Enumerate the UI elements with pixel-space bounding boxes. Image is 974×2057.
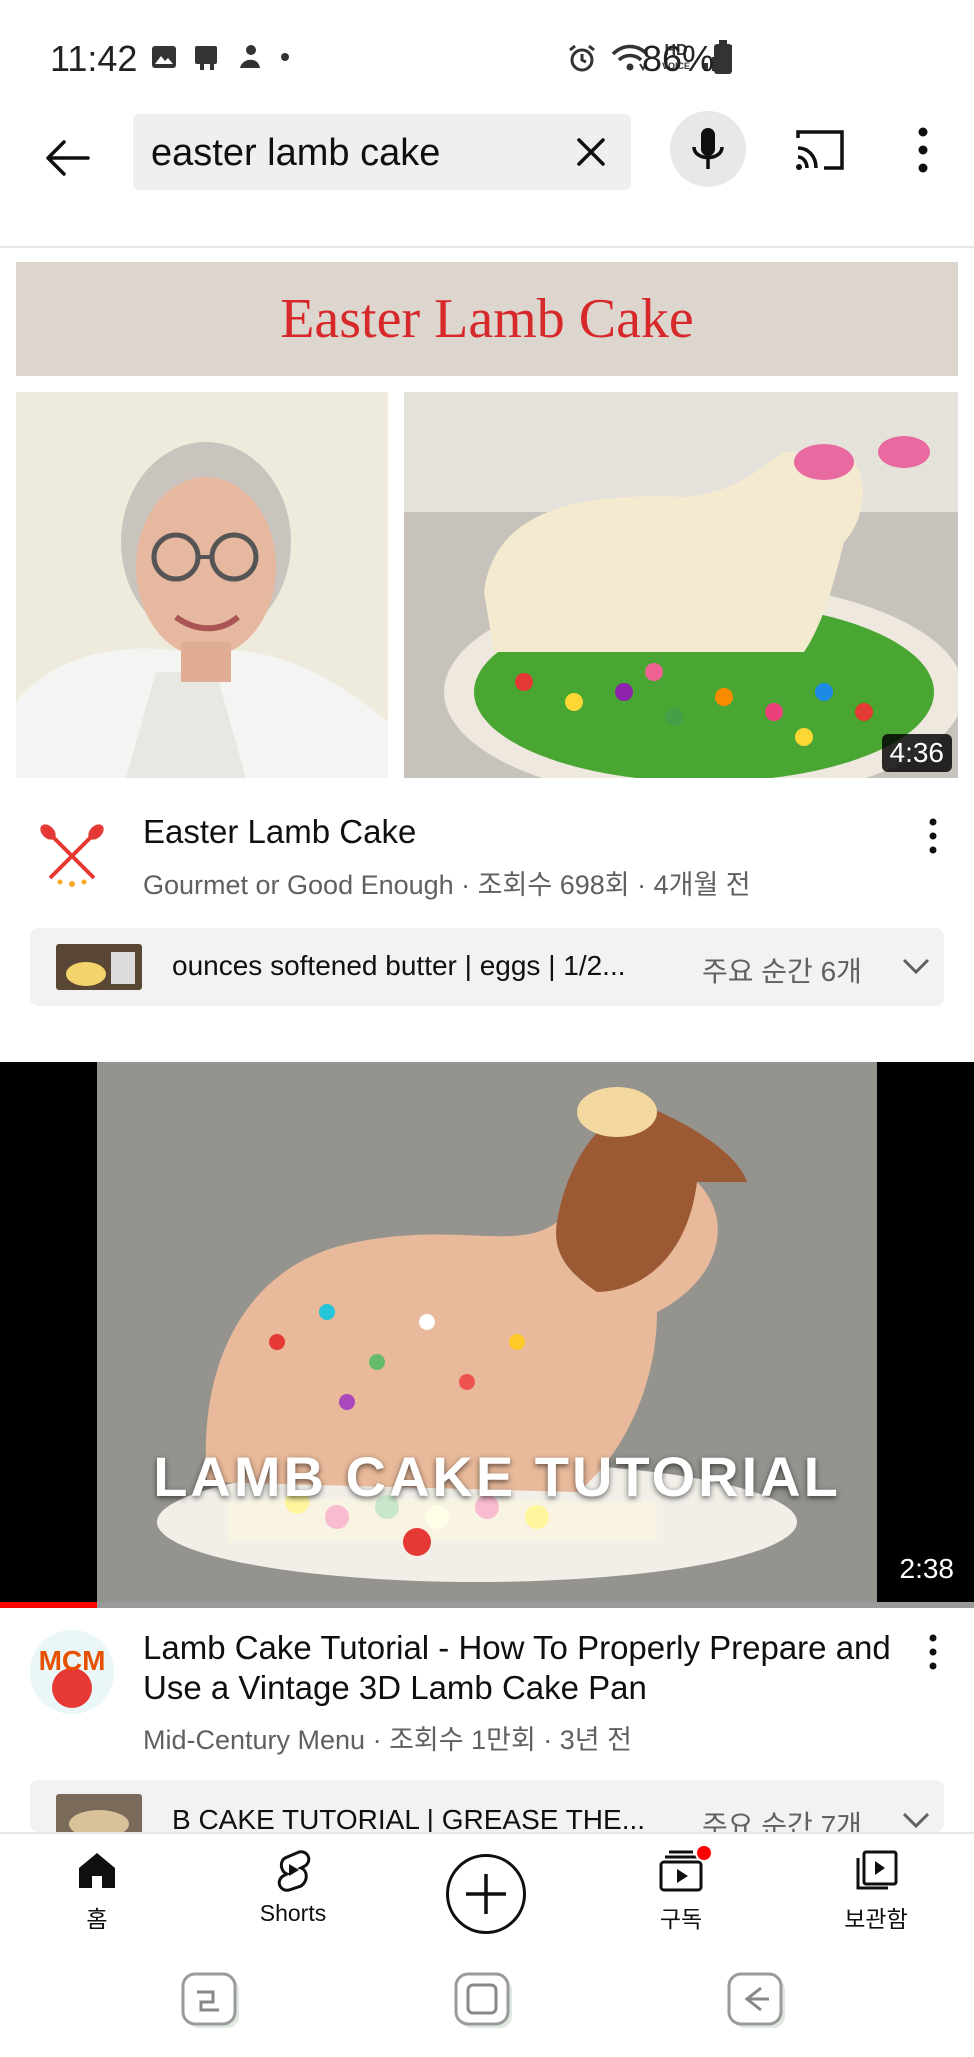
video-more-button[interactable]: [918, 1632, 948, 1672]
create-button[interactable]: [446, 1854, 526, 1934]
search-header: easter lamb cake: [0, 110, 974, 248]
nav-library-label: 보관함: [844, 1906, 908, 1932]
video-subtitle: Mid-Century Menu · 조회수 1만회 · 3년 전: [143, 1725, 632, 1755]
watch-progress-bar: [0, 1602, 974, 1608]
library-icon: [856, 1850, 898, 1890]
clear-search-button[interactable]: [569, 130, 613, 174]
video-thumbnail-2[interactable]: LAMB CAKE TUTORIAL 2:38: [0, 1062, 974, 1602]
status-time: 11:42: [50, 38, 138, 79]
channel-avatar[interactable]: MCM: [30, 1630, 114, 1714]
video-thumbnail-1[interactable]: Easter Lamb Cake 4:36: [16, 262, 958, 778]
create-icon: [466, 1874, 506, 1914]
store-icon: [195, 46, 217, 70]
channel-avatar[interactable]: [30, 812, 114, 896]
lamb-cake-photo: 4:36: [404, 392, 958, 778]
home-square-icon: [454, 1972, 512, 2028]
battery-percent: 86%: [642, 38, 715, 79]
nav-home[interactable]: 홈: [17, 1848, 177, 1948]
shorts-icon: [277, 1850, 311, 1892]
bixby-icon: [240, 45, 260, 68]
cast-button[interactable]: [792, 126, 848, 174]
system-navigation-bar: [0, 1950, 974, 2057]
thumbnail-banner: Easter Lamb Cake: [16, 262, 958, 376]
moment-description: B CAKE TUTORIAL | GREASE THE...: [172, 1804, 646, 1832]
search-input[interactable]: easter lamb cake: [133, 114, 631, 190]
nav-home-label: 홈: [86, 1906, 108, 1932]
video-meta-2: MCM Lamb Cake Tutorial - How To Properly…: [0, 1622, 974, 1755]
moment-thumbnail: [56, 944, 142, 990]
recent-apps-icon: [181, 1972, 239, 2028]
more-vert-icon: [929, 818, 937, 854]
key-moments-bar[interactable]: B CAKE TUTORIAL | GREASE THE... 주요 순간 7개: [30, 1780, 944, 1832]
video-meta-1: Easter Lamb Cake Gourmet or Good Enough …: [0, 800, 974, 910]
moment-description: ounces softened butter | eggs | 1/2...: [172, 950, 626, 981]
back-button[interactable]: [40, 130, 96, 186]
moments-count: 주요 순간 7개: [702, 1810, 862, 1832]
back-arrow-icon: [46, 140, 90, 176]
watch-progress-fill: [0, 1602, 98, 1608]
moment-thumbnail: [56, 1794, 142, 1832]
video-title[interactable]: Lamb Cake Tutorial - How To Properly Pre…: [143, 1628, 903, 1708]
back-chevron-icon: [727, 1972, 785, 2028]
nav-library[interactable]: 보관함: [796, 1848, 956, 1948]
video-duration: 4:36: [881, 734, 952, 772]
home-system-button[interactable]: [454, 1972, 516, 2032]
nav-subscriptions-label: 구독: [659, 1906, 703, 1932]
voice-search-button[interactable]: [670, 111, 746, 187]
back-system-button[interactable]: [727, 1972, 789, 2032]
nav-shorts-label: Shorts: [259, 1900, 327, 1926]
search-query: easter lamb cake: [151, 132, 441, 174]
key-moments-bar[interactable]: ounces softened butter | eggs | 1/2... 주…: [30, 928, 944, 1006]
nav-subscriptions[interactable]: 구독: [601, 1844, 761, 1948]
channel-avatar-text: MCM: [39, 1645, 106, 1676]
cast-icon: [796, 130, 844, 170]
video-title[interactable]: Easter Lamb Cake: [143, 812, 903, 852]
chevron-down-icon: [902, 1812, 930, 1829]
video-more-button[interactable]: [918, 816, 948, 856]
microphone-icon: [692, 128, 724, 169]
notification-icons: [150, 42, 292, 72]
status-bar: 11:42 HD VOICE 86%: [0, 0, 974, 110]
close-icon: [577, 138, 605, 166]
more-options-button[interactable]: [908, 124, 938, 176]
home-icon: [79, 1853, 115, 1888]
dot-icon: [281, 53, 289, 61]
more-vert-icon: [929, 1634, 937, 1670]
presenter-photo: [16, 392, 388, 778]
thumbnail-caption: LAMB CAKE TUTORIAL: [153, 1445, 841, 1508]
video-subtitle: Gourmet or Good Enough · 조회수 698회 · 4개월 …: [143, 870, 751, 900]
notification-dot: [695, 1844, 713, 1862]
video-duration: 2:38: [891, 1550, 962, 1588]
more-vert-icon: [918, 127, 928, 173]
thumbnail-banner-text: Easter Lamb Cake: [280, 288, 694, 350]
chevron-down-icon: [902, 958, 930, 975]
moments-count: 주요 순간 6개: [702, 956, 862, 987]
nav-shorts[interactable]: Shorts: [213, 1848, 373, 1948]
battery-icon: [714, 40, 732, 74]
gallery-icon: [152, 46, 176, 68]
alarm-icon: [569, 44, 595, 72]
lamb-cake-tutorial-photo: LAMB CAKE TUTORIAL: [97, 1062, 877, 1602]
recent-apps-button[interactable]: [181, 1972, 243, 2032]
crossed-spoons-icon: [40, 824, 104, 887]
bottom-navigation: 홈 Shorts 구독 보관함: [0, 1832, 974, 1948]
